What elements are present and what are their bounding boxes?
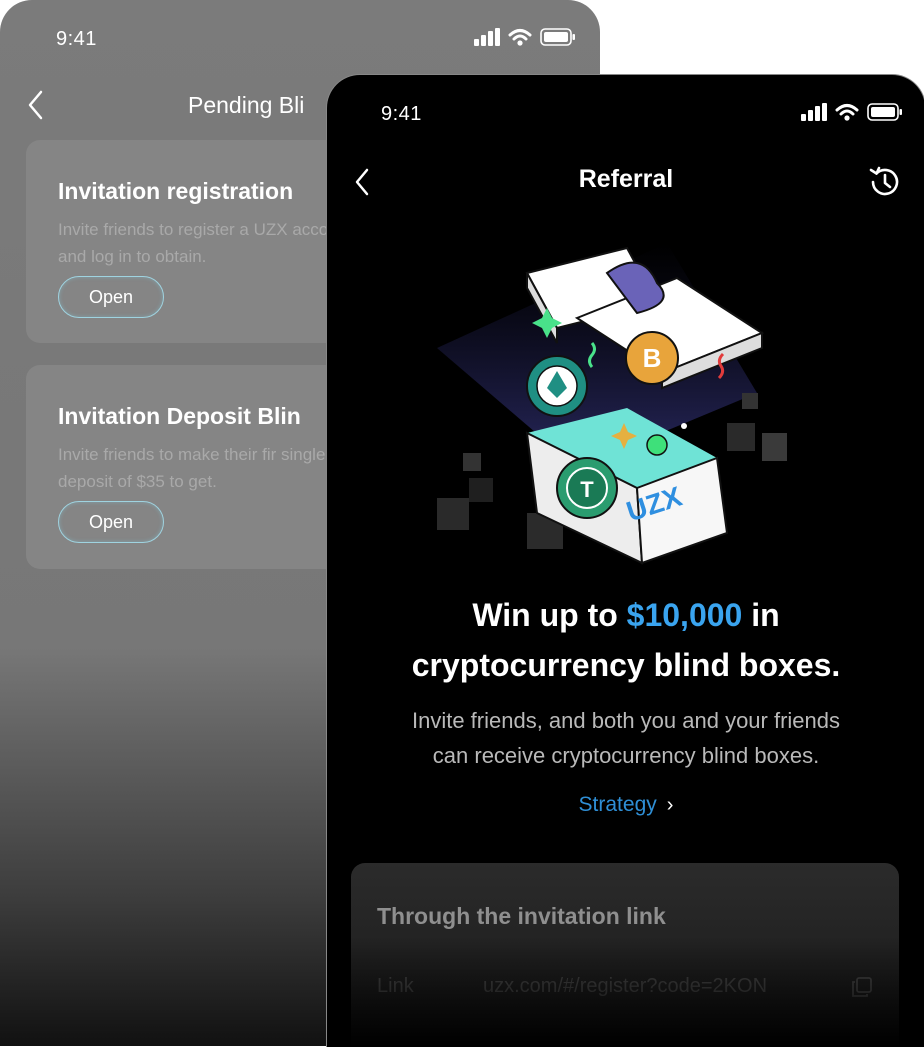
open-button[interactable]: Open [58, 276, 164, 318]
open-button[interactable]: Open [58, 501, 164, 543]
card-title: Invitation registration [58, 178, 294, 204]
blind-box-illustration: B T UZX [437, 243, 787, 565]
svg-text:B: B [643, 343, 662, 373]
status-time: 9:41 [56, 28, 97, 50]
signal-icon [474, 28, 500, 46]
wifi-icon [835, 104, 859, 121]
headline: Win up to $10,000 in cryptocurrency blin… [327, 590, 924, 690]
status-bar: 9:41 [0, 0, 600, 50]
copy-icon[interactable] [851, 976, 873, 998]
strategy-label: Strategy [578, 793, 657, 816]
page-title: Pending Bli [188, 92, 305, 118]
back-chevron-icon[interactable] [26, 88, 46, 122]
headline-prefix: Win up to [472, 597, 627, 633]
card-description: Invite friends to register a UZX account… [58, 220, 357, 266]
headline-line2: cryptocurrency blind boxes. [411, 647, 841, 683]
page-title: Referral [578, 165, 674, 193]
wifi-icon [508, 29, 532, 46]
headline-amount: $10,000 [626, 597, 743, 633]
battery-icon [867, 103, 902, 121]
strategy-link[interactable]: Strategy › [327, 793, 924, 817]
invite-card-title: Through the invitation link [377, 903, 666, 929]
status-bar: 9:41 [327, 75, 924, 125]
svg-text:T: T [580, 477, 594, 502]
signal-icon [801, 103, 827, 121]
link-value: uzx.com/#/register?code=2KON [483, 975, 768, 997]
history-icon[interactable] [867, 164, 903, 200]
headline-suffix: in [742, 597, 780, 633]
subtitle: Invite friends, and both you and your fr… [327, 703, 924, 773]
subtitle-line2: can receive cryptocurrency blind boxes. [432, 743, 820, 768]
chevron-right-icon: › [666, 794, 674, 816]
link-label: Link [377, 975, 414, 997]
status-icons [474, 28, 576, 46]
card-title: Invitation Deposit Blin [58, 403, 301, 429]
card-description: Invite friends to make their fir single … [58, 445, 326, 491]
invitation-link-card: Through the invitation link Link uzx.com… [351, 863, 899, 1047]
status-time: 9:41 [381, 103, 422, 125]
subtitle-line1: Invite friends, and both you and your fr… [411, 708, 841, 733]
status-icons [801, 103, 903, 121]
referral-screen: 9:41 Referral B T UZX Win up to $10,000 … [326, 74, 924, 1047]
battery-icon [540, 28, 575, 46]
